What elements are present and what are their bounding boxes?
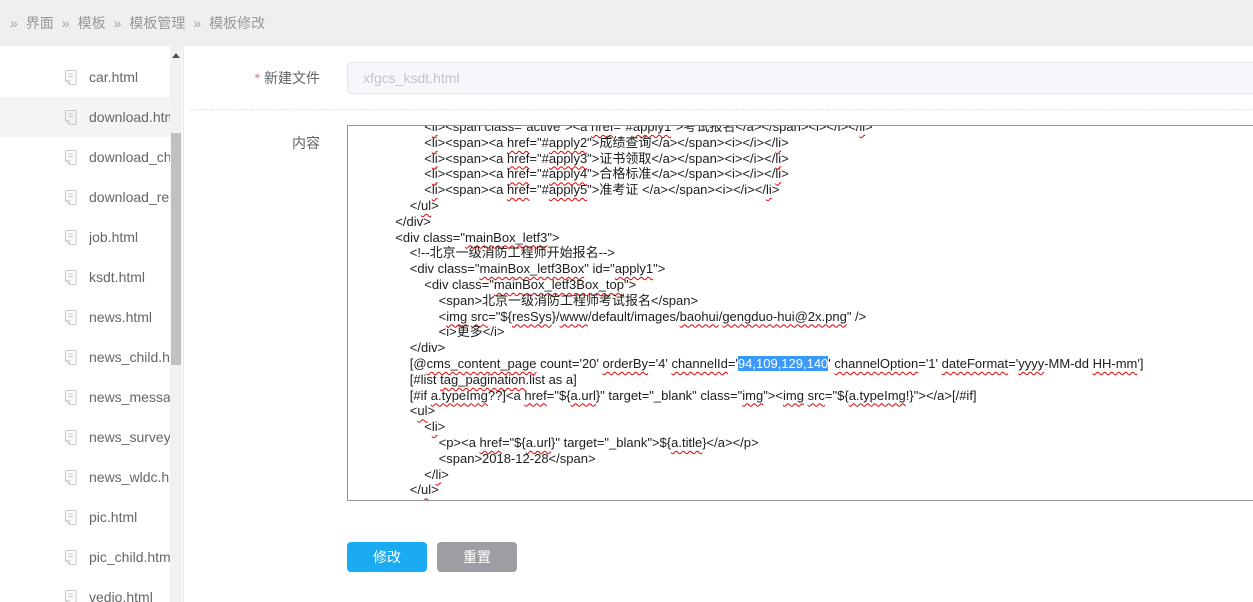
new-file-label-text: 新建文件 (264, 70, 320, 86)
file-name: car.html (89, 69, 139, 85)
template-edit-screen: » 界面 » 模板 » 模板管理 » 模板修改 car.html download.htm dow… (0, 0, 1253, 602)
content-code[interactable]: <li><span class="active"><a href="#apply… (348, 126, 1253, 500)
file-icon (63, 349, 78, 366)
template-form: *新建文件 内容 <li><span class="active"><a hre… (184, 46, 1253, 602)
file-item[interactable]: news_child.h (0, 337, 170, 377)
modify-button[interactable]: 修改 (347, 542, 427, 572)
file-name: job.html (89, 229, 139, 245)
breadcrumb-item[interactable]: 模板 (78, 13, 106, 33)
file-icon (63, 469, 78, 486)
breadcrumb-separator-icon: » (10, 15, 18, 31)
file-item[interactable]: news_messa (0, 377, 170, 417)
file-item[interactable]: car.html (0, 57, 170, 97)
breadcrumb-separator-icon: » (61, 15, 70, 31)
file-item[interactable]: news.html (0, 297, 170, 337)
breadcrumb-item[interactable]: 模板修改 (209, 13, 265, 33)
file-name: pic_child.htm (89, 549, 170, 565)
file-name: news.html (89, 309, 153, 325)
file-name: download_re (89, 189, 170, 205)
file-icon (63, 69, 78, 86)
breadcrumb-separator-icon: » (193, 15, 202, 31)
file-item[interactable]: news_wldc.h (0, 457, 170, 497)
form-separator (190, 109, 1253, 110)
file-item[interactable]: pic_child.htm (0, 537, 170, 577)
file-icon (63, 109, 78, 126)
file-icon (63, 589, 78, 602)
file-name: vedio.html (89, 589, 153, 602)
file-list: car.html download.htm download_ch download_… (0, 46, 170, 602)
file-name: news_survey (89, 429, 170, 445)
file-icon (63, 269, 78, 286)
scroll-up-arrow-icon[interactable] (172, 53, 180, 58)
breadcrumb: » 界面 » 模板 » 模板管理 » 模板修改 (0, 0, 1253, 46)
file-name: pic.html (89, 509, 138, 525)
required-asterisk: * (254, 70, 260, 86)
file-icon (63, 149, 78, 166)
file-item[interactable]: download_re (0, 177, 170, 217)
breadcrumb-item[interactable]: 模板管理 (129, 13, 185, 33)
file-icon (63, 509, 78, 526)
file-icon (63, 309, 78, 326)
file-item[interactable]: pic.html (0, 497, 170, 537)
file-item[interactable]: download_ch (0, 137, 170, 177)
file-item[interactable]: job.html (0, 217, 170, 257)
file-icon (63, 389, 78, 406)
file-name: news_wldc.h (89, 469, 170, 485)
file-icon (63, 189, 78, 206)
file-icon (63, 229, 78, 246)
file-item[interactable]: download.htm (0, 97, 170, 137)
file-item[interactable]: vedio.html (0, 577, 170, 602)
file-item[interactable]: news_survey (0, 417, 170, 457)
new-file-label: * 新建文件 (184, 62, 320, 94)
file-icon (63, 429, 78, 446)
content-label: 内容 (292, 135, 320, 151)
sidebar-scrollbar[interactable] (170, 46, 182, 602)
breadcrumb-item[interactable]: 界面 (26, 13, 54, 33)
new-file-input[interactable] (347, 62, 1253, 94)
file-item[interactable]: ksdt.html (0, 257, 170, 297)
file-name: news_child.h (89, 349, 170, 365)
content-editor[interactable]: <li><span class="active"><a href="#apply… (347, 125, 1253, 501)
file-name: ksdt.html (89, 269, 146, 285)
file-icon (63, 549, 78, 566)
breadcrumb-separator-icon: » (113, 15, 122, 31)
file-name: download_ch (89, 149, 170, 165)
file-name: download.htm (89, 109, 170, 125)
reset-button[interactable]: 重置 (437, 542, 517, 572)
scrollbar-thumb[interactable] (171, 133, 181, 365)
file-name: news_messa (89, 389, 170, 405)
